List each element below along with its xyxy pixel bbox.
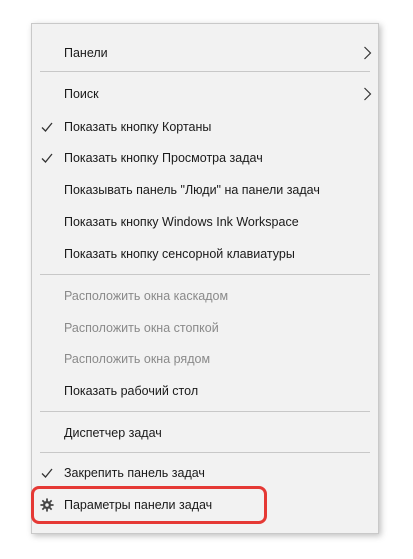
menu-item-label: Расположить окна стопкой [64,321,219,335]
menu-item-show-task-view-button[interactable]: Показать кнопку Просмотра задач [32,143,378,173]
menu-item-show-touch-keyboard[interactable]: Показать кнопку сенсорной клавиатуры [32,239,378,269]
menu-item-task-manager[interactable]: Диспетчер задач [32,418,378,448]
menu-item-label: Показывать панель "Люди" на панели задач [64,183,320,197]
chevron-right-icon [364,46,372,60]
menu-separator [40,71,370,72]
menu-item-show-cortana-button[interactable]: Показать кнопку Кортаны [32,112,378,142]
checkmark-icon [41,122,53,132]
menu-item-label: Диспетчер задач [64,426,162,440]
menu-item-side-by-side-windows: Расположить окна рядом [32,344,378,374]
menu-separator [40,411,370,412]
menu-item-label: Расположить окна каскадом [64,289,229,303]
menu-separator [40,452,370,453]
menu-item-stack-windows: Расположить окна стопкой [32,313,378,343]
checkmark-icon [41,468,53,478]
menu-item-label: Показать кнопку Windows Ink Workspace [64,215,299,229]
highlight-outline [31,486,267,524]
taskbar-context-menu: Панели Поиск Показать кнопку Кортаны Пок… [31,23,379,534]
menu-item-label: Показать рабочий стол [64,384,199,398]
menu-item-label: Показать кнопку Кортаны [64,120,212,134]
menu-item-label: Панели [64,46,108,60]
checkmark-icon [41,153,53,163]
menu-item-label: Расположить окна рядом [64,352,211,366]
menu-item-show-windows-ink[interactable]: Показать кнопку Windows Ink Workspace [32,207,378,237]
menu-item-search[interactable]: Поиск [32,79,378,109]
menu-item-label: Показать кнопку сенсорной клавиатуры [64,247,295,261]
menu-item-show-people[interactable]: Показывать панель "Люди" на панели задач [32,175,378,205]
chevron-right-icon [364,87,372,101]
menu-item-label: Показать кнопку Просмотра задач [64,151,263,165]
menu-item-panels[interactable]: Панели [32,38,378,68]
menu-item-label: Закрепить панель задач [64,466,205,480]
menu-item-show-desktop[interactable]: Показать рабочий стол [32,376,378,406]
menu-item-label: Поиск [64,87,99,101]
menu-separator [40,274,370,275]
menu-item-cascade-windows: Расположить окна каскадом [32,281,378,311]
menu-item-lock-taskbar[interactable]: Закрепить панель задач [32,458,378,488]
